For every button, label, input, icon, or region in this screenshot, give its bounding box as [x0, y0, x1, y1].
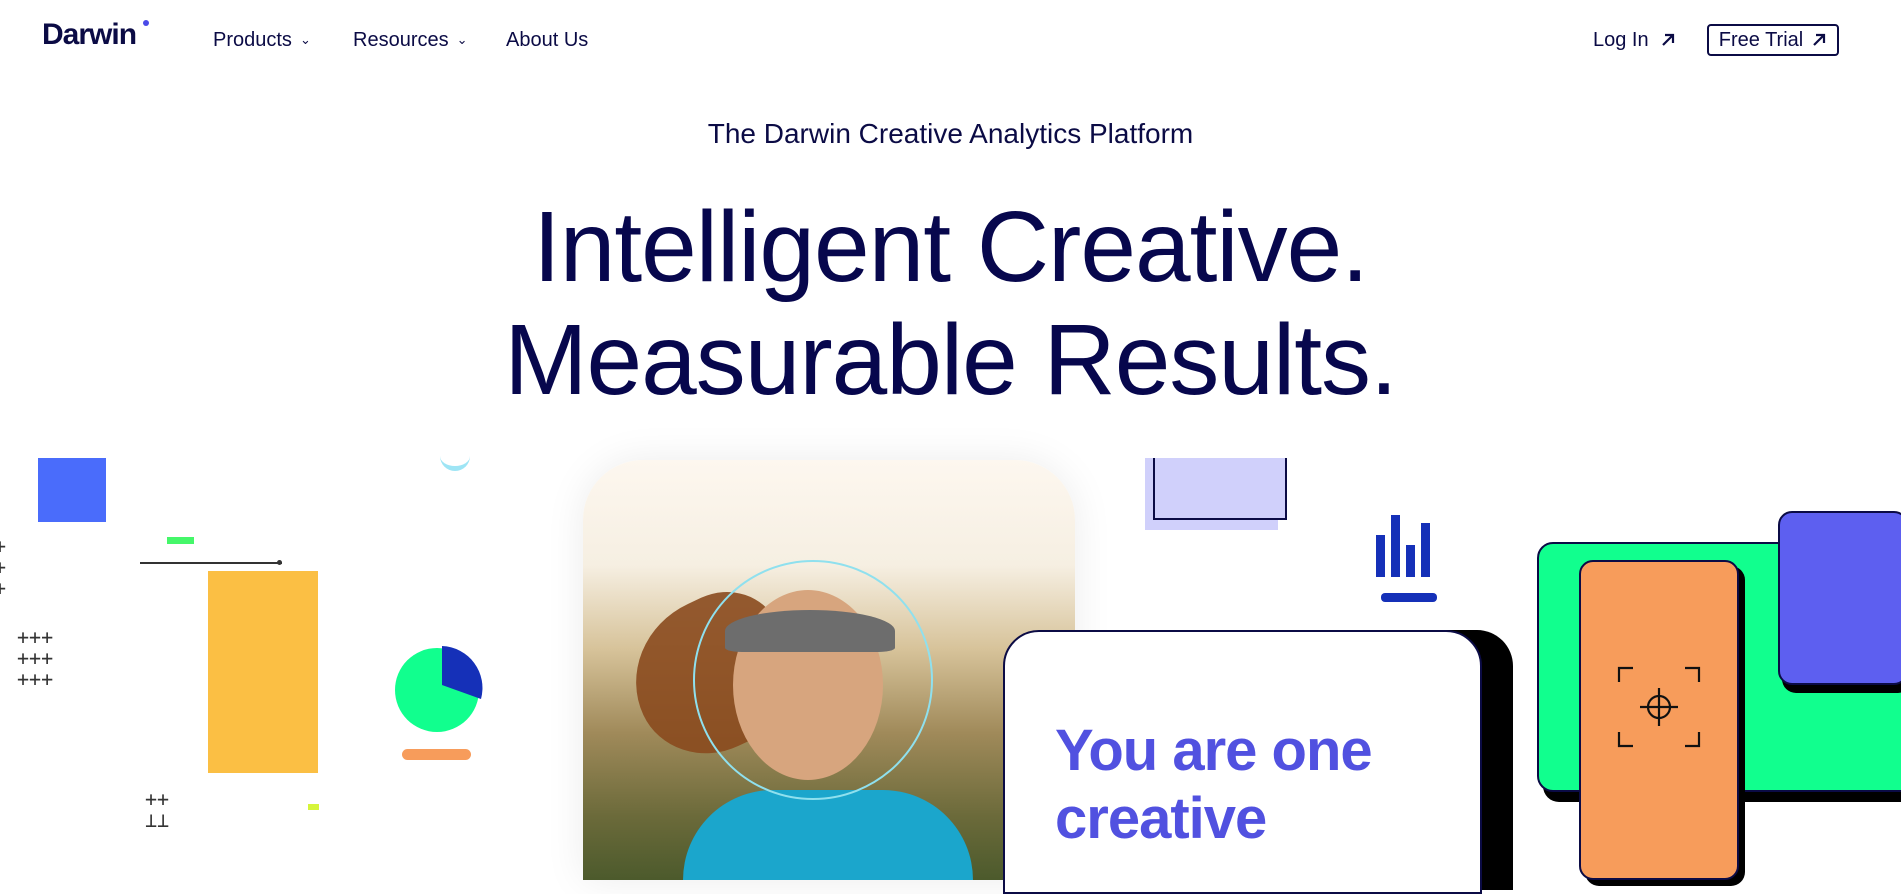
nav-item-label: About Us: [506, 29, 589, 51]
chevron-down-icon: ⌄: [299, 32, 311, 47]
focus-crosshair-icon: [1617, 666, 1701, 748]
quote-card: You are one creative: [1003, 630, 1482, 894]
login-link[interactable]: Log In: [1593, 29, 1676, 52]
quote-text: You are one creative: [1055, 717, 1373, 853]
green-dash-shape: [167, 537, 194, 544]
chevron-down-icon: ⌄: [456, 32, 468, 47]
thin-line-shape: [140, 562, 282, 564]
nav-item-resources[interactable]: Resources ⌄: [353, 29, 468, 52]
lavender-outline-square: [1153, 458, 1287, 520]
darwin-logo[interactable]: Darwin: [42, 18, 137, 52]
free-trial-button[interactable]: Free Trial: [1707, 24, 1839, 56]
plus-grid-decoration: +++ +++ +++: [17, 625, 54, 691]
yellow-rectangle-shape: [208, 571, 318, 773]
hero-eyebrow: The Darwin Creative Analytics Platform: [707, 118, 1194, 149]
orange-pill-shape: [402, 749, 471, 760]
hero-headline-line-2: Measurable Results.: [504, 304, 1398, 416]
quote-line-2: creative: [1055, 786, 1267, 851]
blue-square-shape: [38, 458, 106, 522]
arrow-up-right-icon: [1660, 32, 1676, 48]
nav-item-about-us[interactable]: About Us: [506, 29, 588, 52]
logo-dot: [143, 20, 149, 26]
cyan-arc-shape: [440, 446, 470, 471]
lime-dash-shape: [308, 804, 319, 810]
arrow-up-right-icon: [1811, 32, 1827, 48]
bar-chart-icon: [1376, 515, 1437, 602]
pie-chart-icon: [395, 646, 483, 732]
top-navigation: Darwin Products ⌄ Resources ⌄ About Us Log…: [0, 0, 1901, 84]
focus-circle: [693, 560, 933, 800]
plus-grid-decoration: ++ ⊥⊥: [145, 787, 170, 832]
nav-item-products[interactable]: Products ⌄: [213, 29, 311, 52]
hero-headline-line-1: Intelligent Creative.: [532, 191, 1369, 303]
login-label: Log In: [1593, 29, 1649, 51]
quote-line-1: You are one: [1055, 718, 1373, 783]
hero-photo-card: [583, 460, 1075, 880]
line-dot: [277, 560, 282, 565]
free-trial-label: Free Trial: [1718, 28, 1804, 51]
plus-grid-decoration: + + +: [0, 534, 7, 600]
nav-item-label: Products: [213, 29, 292, 51]
indigo-card: [1778, 511, 1901, 685]
nav-item-label: Resources: [353, 29, 449, 51]
runner-jacket: [683, 790, 973, 880]
